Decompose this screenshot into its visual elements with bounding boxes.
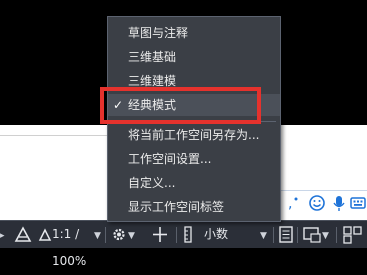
- annotation-visibility-icon[interactable]: [12, 221, 34, 248]
- menu-item-label: 草图与注释: [128, 26, 189, 40]
- grid-layout-icon[interactable]: [341, 221, 365, 248]
- microphone-icon[interactable]: [332, 193, 346, 213]
- menu-item-3d-basics[interactable]: 三维基础: [108, 46, 280, 68]
- menu-item-workspace-settings[interactable]: 工作空间设置...: [108, 148, 280, 170]
- menu-item-label: 三维基础: [128, 50, 177, 64]
- menu-item-classic[interactable]: ✓ 经典模式: [108, 94, 280, 116]
- workspace-menu: 草图与注释 三维基础 三维建模 ✓ 经典模式 将当前工作空间另存为... 工作空…: [107, 16, 281, 222]
- menu-item-3d-modeling[interactable]: 三维建模: [108, 70, 280, 92]
- gear-icon[interactable]: [110, 221, 128, 248]
- menu-item-label: 自定义...: [128, 176, 176, 190]
- properties-icon[interactable]: [278, 221, 294, 248]
- menu-item-customize[interactable]: 自定义...: [108, 172, 280, 194]
- screen-dropdown-caret[interactable]: ▼: [322, 221, 332, 248]
- screen-icon[interactable]: [302, 221, 322, 248]
- overflow-left-icon[interactable]: ▸: [0, 221, 8, 248]
- scale-dropdown-caret[interactable]: ▼: [94, 221, 104, 248]
- workspace-dropdown-caret[interactable]: ▼: [128, 221, 138, 248]
- ime-toolbar: ,: [278, 190, 367, 215]
- keyboard-icon[interactable]: [350, 193, 366, 213]
- divider: [0, 135, 110, 136]
- plus-icon[interactable]: [150, 221, 170, 248]
- check-icon: ✓: [113, 98, 124, 112]
- menu-item-label: 经典模式: [128, 98, 177, 112]
- menu-item-label: 工作空间设置...: [128, 152, 212, 166]
- menu-item-label: 将当前工作空间另存为...: [128, 128, 260, 142]
- units-dropdown-caret[interactable]: ▼: [260, 221, 270, 248]
- svg-text:,: ,: [288, 196, 292, 212]
- emoji-icon[interactable]: [308, 193, 326, 213]
- menu-item-label: 三维建模: [128, 74, 177, 88]
- separator: [176, 227, 177, 243]
- ruler-icon[interactable]: [182, 221, 196, 248]
- menu-item-save-workspace-as[interactable]: 将当前工作空间另存为...: [108, 124, 280, 146]
- separator: [297, 227, 298, 243]
- annotation-scale-icon[interactable]: [38, 221, 52, 248]
- status-bar: ▸ 1:1 / 100% ▼ ▼ 小数 ▼ ▼: [0, 220, 367, 268]
- menu-item-drafting[interactable]: 草图与注释: [108, 22, 280, 44]
- separator: [273, 227, 274, 243]
- comma-icon[interactable]: ,: [284, 193, 300, 213]
- menu-separator: [112, 121, 276, 122]
- menu-item-show-workspace-label[interactable]: 显示工作空间标签: [108, 196, 280, 218]
- separator: [336, 227, 337, 243]
- menu-item-label: 显示工作空间标签: [128, 200, 225, 214]
- separator: [105, 227, 106, 243]
- units-label[interactable]: 小数: [204, 221, 244, 248]
